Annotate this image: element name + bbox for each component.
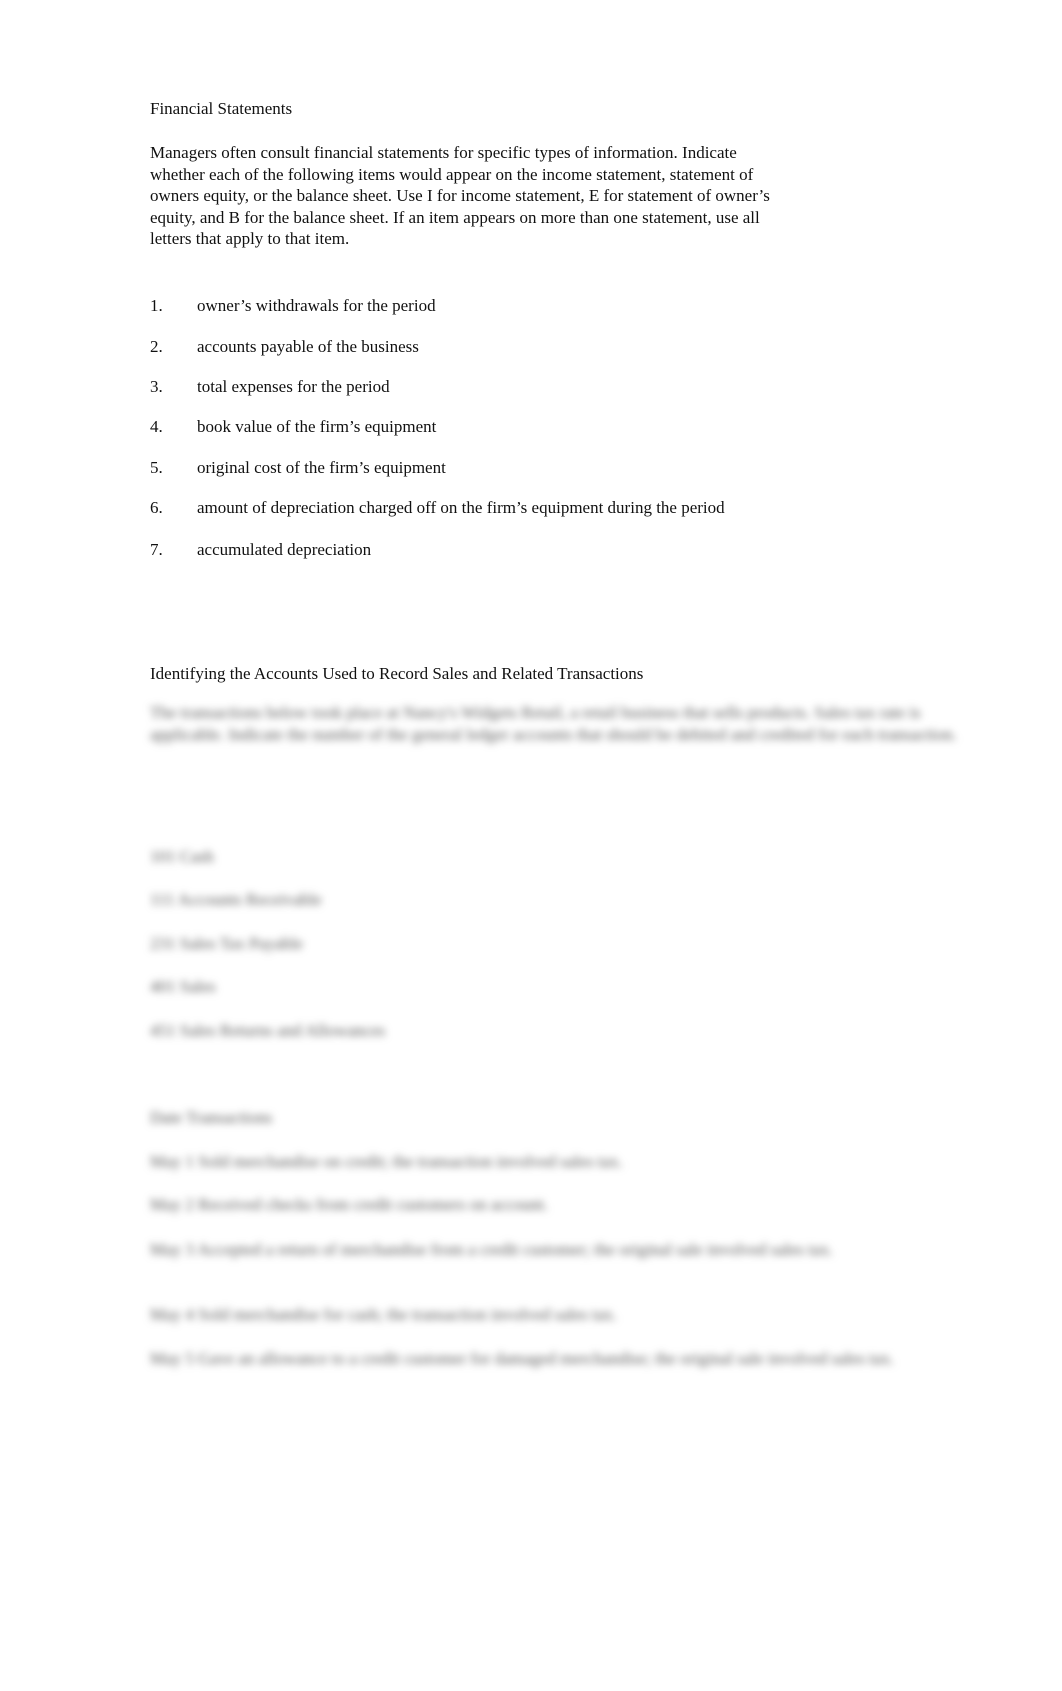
item-number: 1. xyxy=(150,296,163,315)
blurred-transaction: May 5 Gave an allowance to a credit cust… xyxy=(150,1349,894,1368)
list-item: 1. owner’s withdrawals for the period xyxy=(150,296,436,316)
item-text: owner’s withdrawals for the period xyxy=(197,296,436,315)
instructions-paragraph: Managers often consult financial stateme… xyxy=(150,143,770,248)
list-item: 6. amount of depreciation charged off on … xyxy=(150,498,725,518)
item-number: 4. xyxy=(150,417,163,436)
document-page: Financial Statements Managers often cons… xyxy=(0,0,1062,1691)
item-text: amount of depreciation charged off on th… xyxy=(197,498,725,517)
item-number: 5. xyxy=(150,458,163,477)
blurred-table-header: Date Transactions xyxy=(150,1108,273,1127)
item-text: book value of the firm’s equipment xyxy=(197,417,437,436)
blurred-account: 101 Cash xyxy=(150,847,214,866)
list-item: 2. accounts payable of the business xyxy=(150,337,419,357)
item-number: 2. xyxy=(150,337,163,356)
item-number: 6. xyxy=(150,498,163,517)
item-number: 3. xyxy=(150,377,163,396)
blurred-account: 401 Sales xyxy=(150,977,216,996)
list-item: 7. accumulated depreciation xyxy=(150,540,371,560)
blurred-account: 231 Sales Tax Payable xyxy=(150,934,303,953)
blurred-account: 451 Sales Returns and Allowances xyxy=(150,1021,386,1040)
item-number: 7. xyxy=(150,540,163,559)
section-title-sales-accounts: Identifying the Accounts Used to Record … xyxy=(150,664,644,683)
blurred-transaction: May 4 Sold merchandise for cash; the tra… xyxy=(150,1305,617,1324)
list-item: 3. total expenses for the period xyxy=(150,377,390,397)
item-text: original cost of the firm’s equipment xyxy=(197,458,446,477)
blurred-instructions: The transactions below took place at Nan… xyxy=(150,703,957,744)
item-text: total expenses for the period xyxy=(197,377,390,396)
list-item: 4. book value of the firm’s equipment xyxy=(150,417,436,437)
item-text: accumulated depreciation xyxy=(197,540,372,559)
blurred-transaction: May 2 Received checks from credit custom… xyxy=(150,1195,548,1214)
section-title-financial-statements: Financial Statements xyxy=(150,99,293,118)
list-item: 5. original cost of the firm’s equipment xyxy=(150,458,446,478)
item-text: accounts payable of the business xyxy=(197,337,419,356)
blurred-account: 111 Accounts Receivable xyxy=(150,890,322,909)
blurred-transaction: May 3 Accepted a return of merchandise f… xyxy=(150,1240,834,1259)
blurred-transaction: May 1 Sold merchandise on credit; the tr… xyxy=(150,1152,623,1171)
